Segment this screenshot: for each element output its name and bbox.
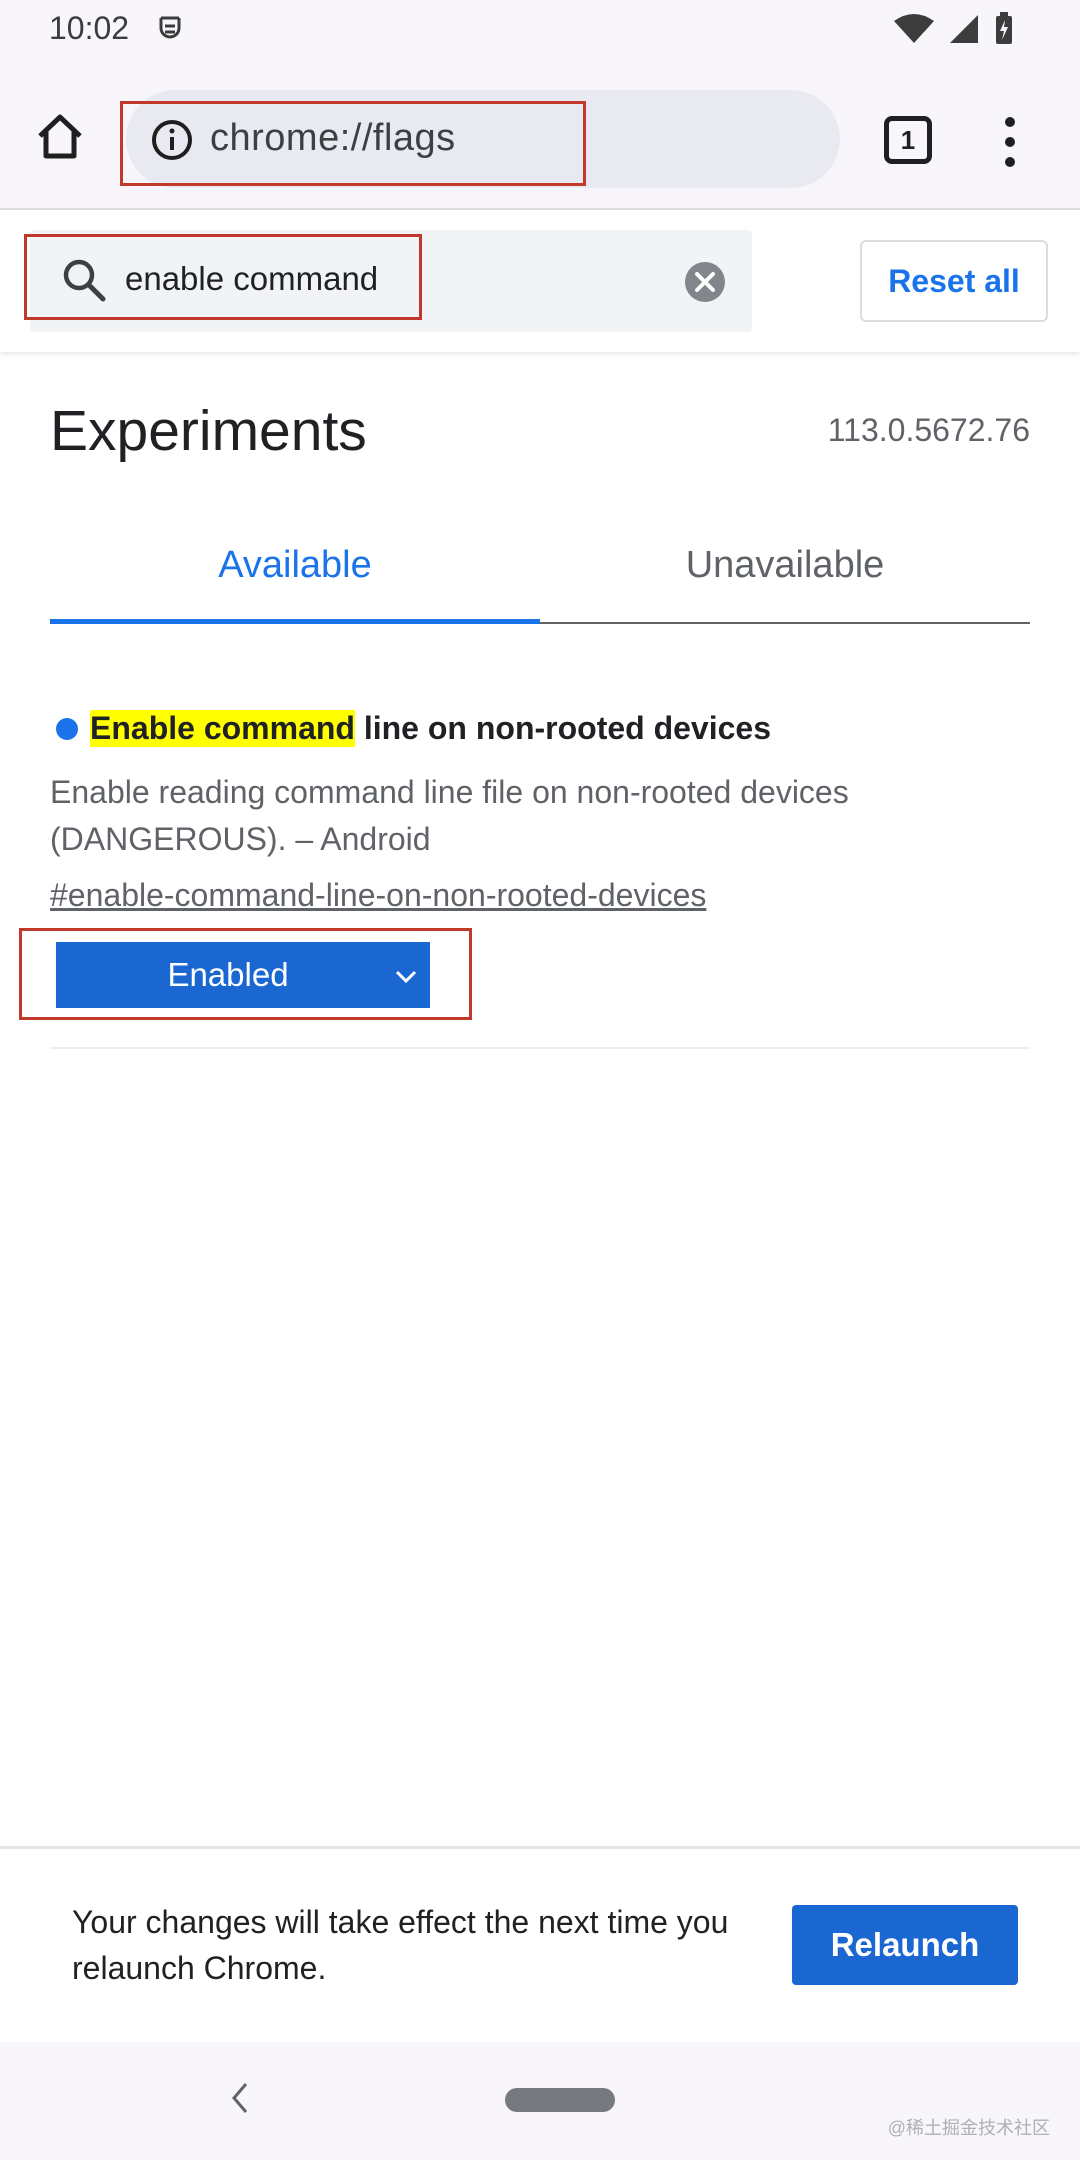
relaunch-message: Your changes will take effect the next t… [72, 1904, 729, 1986]
experiment-item: Enable command line on non-rooted device… [50, 710, 1030, 1008]
experiment-title-rest: line on non-rooted devices [354, 710, 771, 746]
home-button[interactable] [32, 108, 88, 164]
wifi-icon [894, 13, 934, 50]
notification-icon [155, 12, 185, 46]
status-bar: 10:02 [0, 0, 1080, 60]
cellular-icon [948, 13, 980, 50]
divider [50, 1047, 1030, 1049]
clear-search-icon[interactable] [684, 261, 726, 303]
annotation-search [24, 234, 422, 320]
experiment-title: Enable command line on non-rooted device… [50, 710, 1030, 747]
status-time: 10:02 [49, 10, 130, 46]
more-options-icon[interactable] [996, 116, 1024, 168]
experiment-link[interactable]: #enable-command-line-on-non-rooted-devic… [50, 877, 706, 914]
version-label: 113.0.5672.76 [827, 412, 1030, 448]
page-title: Experiments [50, 399, 367, 463]
annotation-url [120, 101, 586, 186]
experiment-title-highlight: Enable command [90, 710, 355, 747]
relaunch-button[interactable]: Relaunch [792, 1905, 1018, 1985]
experiment-description: Enable reading command line file on non-… [50, 774, 849, 857]
battery-icon [994, 12, 1014, 51]
tab-bar: Available Unavailable [50, 520, 1030, 624]
home-pill[interactable] [505, 2088, 615, 2112]
tab-unavailable[interactable]: Unavailable [540, 520, 1030, 622]
home-icon [38, 114, 82, 159]
annotation-select [19, 928, 472, 1020]
watermark: @稀土掘金技术社区 [887, 2118, 1050, 2138]
relaunch-bar: Your changes will take effect the next t… [0, 1846, 1080, 2042]
back-icon[interactable] [226, 2078, 252, 2118]
tab-switcher-button[interactable]: 1 [884, 116, 932, 164]
reset-all-button[interactable]: Reset all [860, 240, 1048, 322]
system-nav-bar: @稀土掘金技术社区 [0, 2042, 1080, 2160]
experiment-status-dot [56, 717, 78, 740]
tab-available[interactable]: Available [50, 520, 540, 624]
